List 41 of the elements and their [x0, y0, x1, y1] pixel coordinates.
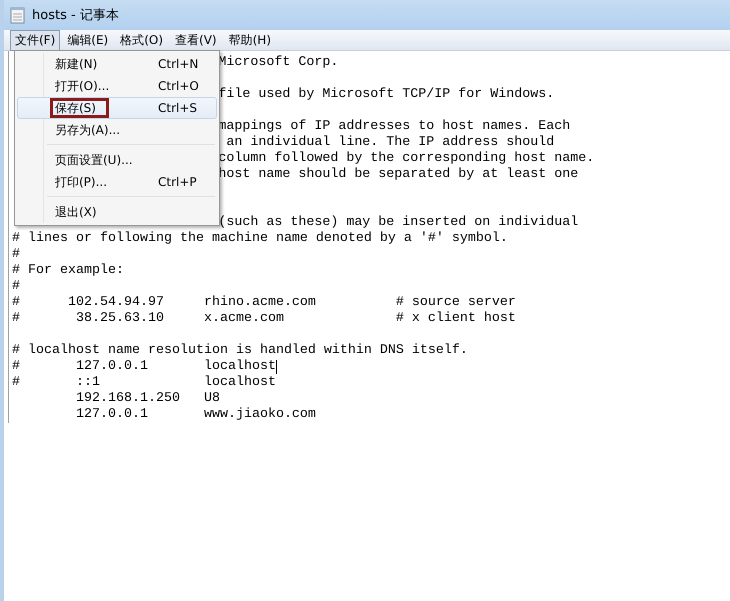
text-line: column followed by the corresponding host name.	[218, 151, 594, 167]
menu-bar-item[interactable]: 格式(O)	[115, 30, 168, 50]
menu-item[interactable]: 打印(P)... Ctrl+P	[17, 171, 217, 193]
text-line: # lines or following the machine name denoted by a '#' symbol.	[12, 231, 508, 247]
menu-item-label: 打印(P)...	[54, 174, 108, 191]
shortcut-label: Ctrl+N	[158, 57, 198, 71]
text-line: (such as these) may be inserted on individual	[218, 215, 578, 231]
menu-item[interactable]: 打开(O)... Ctrl+O	[17, 75, 217, 97]
menu-bar-item[interactable]: 编辑(E)	[62, 30, 114, 50]
menu-bar-item[interactable]: 帮助(H)	[224, 30, 276, 50]
menu-item-label: 页面设置(U)...	[54, 152, 134, 169]
shortcut-label: Ctrl+O	[158, 79, 199, 93]
menu-item-label: 另存为(A)...	[54, 122, 122, 139]
menu-bar-item[interactable]: 文件(F)	[10, 30, 60, 50]
shortcut-label: Ctrl+S	[158, 101, 198, 115]
text-line: #	[12, 279, 20, 295]
menu-item[interactable]: 新建(N) Ctrl+N	[17, 53, 217, 75]
text-line: 192.168.1.250 U8	[74, 391, 220, 407]
menu-item[interactable]: 退出(X)	[17, 201, 217, 223]
window-title: hosts - 记事本	[32, 7, 119, 24]
text-line: #	[12, 247, 20, 263]
text-line: # localhost name resolution is handled within DNS itself.	[12, 343, 468, 359]
text-line: mappings of IP addresses to host names. Each	[218, 119, 570, 135]
text-line: an individual line. The IP address should	[225, 135, 554, 151]
menu-item[interactable]: 页面设置(U)...	[17, 149, 217, 171]
shortcut-label: Ctrl+P	[158, 175, 197, 189]
text-line: 127.0.0.1 www.jiaoko.com	[74, 407, 316, 423]
text-line: # 127.0.0.1 localhost	[12, 359, 276, 375]
menu-item-label: 新建(N)	[54, 56, 98, 73]
menu-bar-item[interactable]: 查看(V)	[170, 30, 222, 50]
text-line: # For example:	[12, 263, 124, 279]
notepad-icon	[10, 6, 26, 24]
text-line: # ::1 localhost	[12, 375, 276, 391]
menu-item[interactable]: 保存(S) Ctrl+S	[17, 97, 217, 119]
menu-item-label: 打开(O)...	[54, 78, 110, 95]
text-line: file used by Microsoft TCP/IP for Windows.	[218, 87, 554, 103]
text-line: # 102.54.94.97 rhino.acme.com # source server	[12, 295, 516, 311]
menu-item-label: 退出(X)	[54, 204, 98, 221]
menu-item-label: 保存(S)	[50, 98, 109, 118]
text-line: # 38.25.63.10 x.acme.com # x client host	[12, 311, 516, 327]
menu-item[interactable]: 另存为(A)...	[17, 119, 217, 141]
